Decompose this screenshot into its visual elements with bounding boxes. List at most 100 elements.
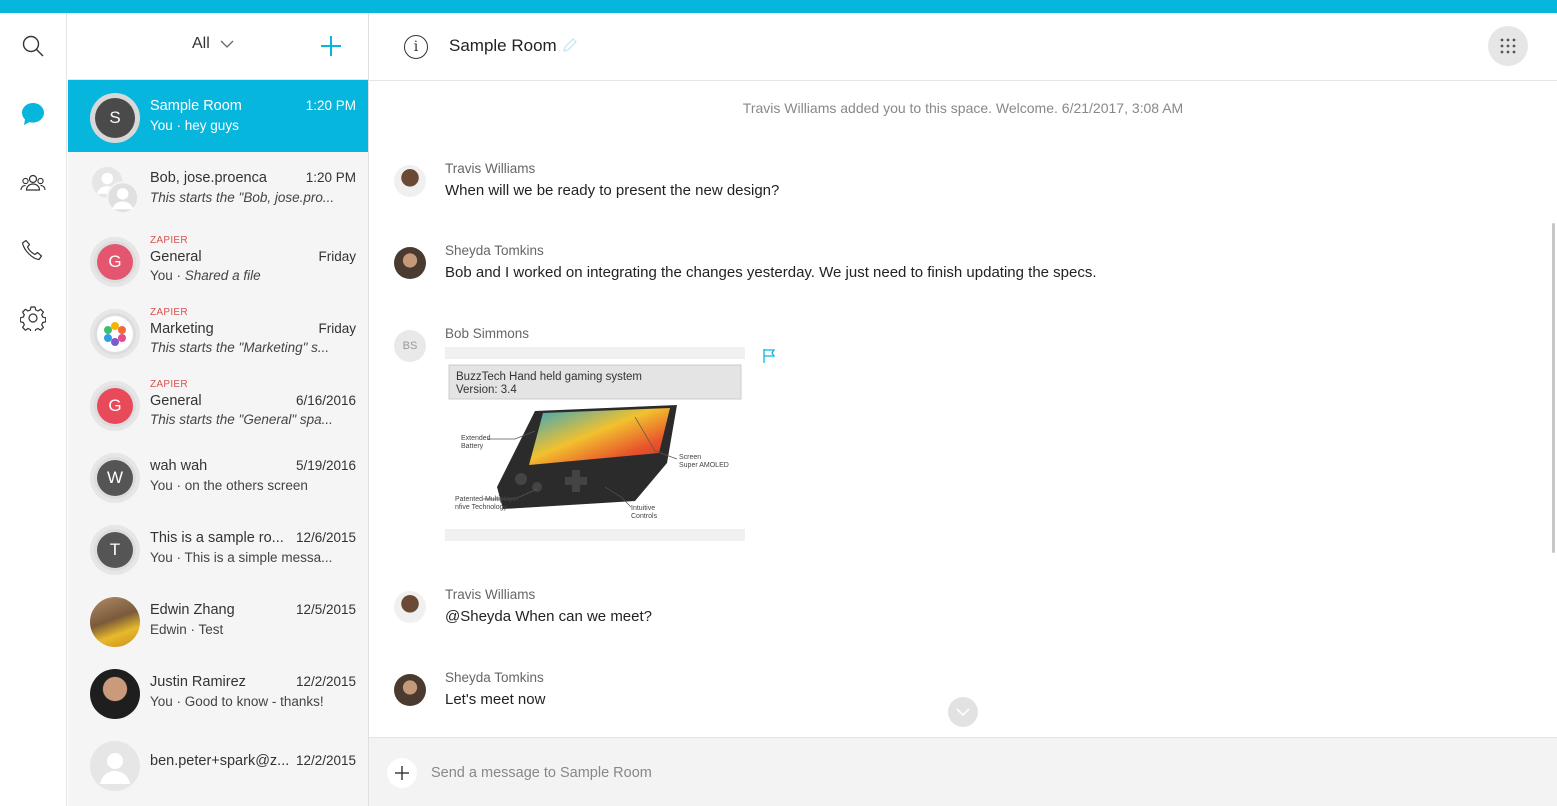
- message-text: When will we be ready to present the new…: [445, 182, 780, 199]
- space-last-message: You · hey guys: [150, 118, 239, 133]
- space-item-justin-ramirez[interactable]: Justin Ramirez 12/2/2015 You · Good to k…: [68, 656, 368, 728]
- space-title: General: [150, 249, 202, 265]
- scroll-to-bottom-button[interactable]: [948, 697, 978, 727]
- settings-nav-button[interactable]: [14, 299, 52, 337]
- space-avatar: G: [90, 237, 140, 287]
- space-last-message: Edwin · Test: [150, 622, 224, 637]
- space-time: 1:20 PM: [305, 170, 356, 185]
- user-avatar: [394, 674, 426, 706]
- space-item-edwin-zhang[interactable]: Edwin Zhang 12/5/2015 Edwin · Test: [68, 584, 368, 656]
- user-avatar: [394, 591, 426, 623]
- team-label: ZAPIER: [150, 235, 188, 246]
- callout-label: Patented Multiplayer: [455, 496, 519, 503]
- add-attachment-button[interactable]: [387, 758, 417, 788]
- add-space-icon[interactable]: [320, 35, 342, 57]
- space-item-zapier-general-2[interactable]: G ZAPIER General 6/16/2016 This starts t…: [68, 368, 368, 440]
- space-avatar: [90, 309, 140, 359]
- attachment-title: BuzzTech Hand held gaming system: [456, 371, 642, 383]
- space-last-message: This starts the "General" spa...: [150, 412, 333, 427]
- pencil-icon[interactable]: [562, 37, 578, 53]
- space-avatar: T: [90, 525, 140, 575]
- space-item-zapier-general[interactable]: G ZAPIER General Friday You · Shared a f…: [68, 224, 368, 296]
- sender-name: Bob Simmons: [445, 326, 530, 341]
- user-avatar-initials: BS: [394, 330, 426, 362]
- space-title: wah wah: [150, 458, 208, 474]
- message-input[interactable]: [431, 760, 1511, 786]
- top-accent-bar: [0, 0, 1557, 13]
- person-placeholder-icon: [91, 166, 140, 215]
- space-title: Edwin Zhang: [150, 602, 235, 618]
- space-title: Sample Room: [150, 98, 242, 114]
- filter-label: All: [192, 35, 210, 52]
- search-button[interactable]: [14, 27, 52, 65]
- person-placeholder-icon: [100, 753, 130, 784]
- space-last-message: This starts the "Marketing" s...: [150, 340, 330, 355]
- callout-label: Battery: [461, 443, 484, 450]
- filter-dropdown[interactable]: All: [192, 35, 234, 53]
- user-avatar: [90, 597, 140, 647]
- space-item-sample-room[interactable]: S Sample Room 1:20 PM You · hey guys: [68, 80, 368, 152]
- image-attachment[interactable]: BuzzTech Hand held gaming system Version…: [445, 347, 745, 541]
- space-time: 12/6/2015: [295, 530, 356, 545]
- flag-icon[interactable]: [762, 348, 776, 364]
- search-icon: [22, 35, 44, 57]
- info-icon[interactable]: i: [404, 35, 428, 59]
- space-item-bob-jose[interactable]: Bob, jose.proenca 1:20 PM This starts th…: [68, 152, 368, 224]
- apps-grid-button[interactable]: [1488, 26, 1528, 66]
- space-avatar: G: [90, 381, 140, 431]
- room-header: i Sample Room: [369, 13, 1557, 81]
- space-time: 12/2/2015: [295, 753, 356, 768]
- callout-label: nfive Technology: [455, 504, 508, 511]
- chevron-down-icon: [220, 40, 234, 48]
- phone-icon: [21, 239, 43, 261]
- space-time: 6/16/2016: [295, 393, 356, 408]
- team-label: ZAPIER: [150, 307, 188, 318]
- space-title: Justin Ramirez: [150, 674, 246, 690]
- sender-name: Sheyda Tomkins: [445, 243, 544, 258]
- space-list-header: All: [68, 13, 368, 80]
- space-avatar: S: [90, 93, 140, 143]
- people-icon: [20, 174, 46, 191]
- user-avatar: [90, 741, 140, 791]
- flower-logo-icon: [104, 322, 126, 346]
- space-time: 1:20 PM: [305, 98, 356, 113]
- room-title: Sample Room: [449, 36, 557, 55]
- message-composer: [369, 737, 1557, 806]
- teams-nav-button[interactable]: [14, 164, 52, 202]
- messages-nav-button[interactable]: [14, 95, 52, 133]
- gear-icon: [20, 306, 46, 331]
- callout-label: Controls: [631, 513, 658, 520]
- user-avatar: [394, 165, 426, 197]
- user-avatar: [90, 669, 140, 719]
- message-text: Let's meet now: [445, 691, 546, 708]
- space-time: Friday: [318, 321, 356, 336]
- space-item-zapier-marketing[interactable]: ZAPIER Marketing Friday This starts the …: [68, 296, 368, 368]
- space-last-message: This starts the "Bob, jose.pro...: [150, 190, 335, 205]
- scrollbar[interactable]: [1552, 223, 1555, 553]
- space-item-sample-room-2[interactable]: T This is a sample ro... 12/6/2015 You ·…: [68, 512, 368, 584]
- sender-name: Travis Williams: [445, 161, 536, 176]
- space-time: 12/2/2015: [295, 674, 356, 689]
- calls-nav-button[interactable]: [14, 231, 52, 269]
- sender-name: Travis Williams: [445, 587, 536, 602]
- callout-label: Extended: [461, 435, 491, 442]
- space-list: All S Sample Room 1:20 PM You · hey guys…: [68, 13, 369, 806]
- plus-icon: [395, 766, 409, 780]
- space-item-ben-peter[interactable]: ben.peter+spark@z... 12/2/2015: [68, 728, 368, 800]
- space-title: Marketing: [150, 321, 214, 337]
- system-message: Travis Williams added you to this space.…: [742, 100, 1184, 116]
- attachment-version: Version: 3.4: [456, 384, 517, 396]
- space-title: This is a sample ro...: [150, 530, 284, 546]
- space-last-message: You · This is a simple messa...: [150, 550, 333, 565]
- callout-label: Screen: [679, 454, 701, 461]
- team-label: ZAPIER: [150, 379, 188, 390]
- user-avatar: [394, 247, 426, 279]
- app-navigation: [0, 13, 67, 806]
- space-title: Bob, jose.proenca: [150, 170, 267, 186]
- sender-name: Sheyda Tomkins: [445, 670, 544, 685]
- message-text: @Sheyda When can we meet?: [445, 608, 653, 625]
- chat-bubble-icon: [22, 103, 44, 125]
- callout-label: Intuitive: [631, 505, 655, 512]
- space-item-wah-wah[interactable]: W wah wah 5/19/2016 You · on the others …: [68, 440, 368, 512]
- space-time: 5/19/2016: [295, 458, 356, 473]
